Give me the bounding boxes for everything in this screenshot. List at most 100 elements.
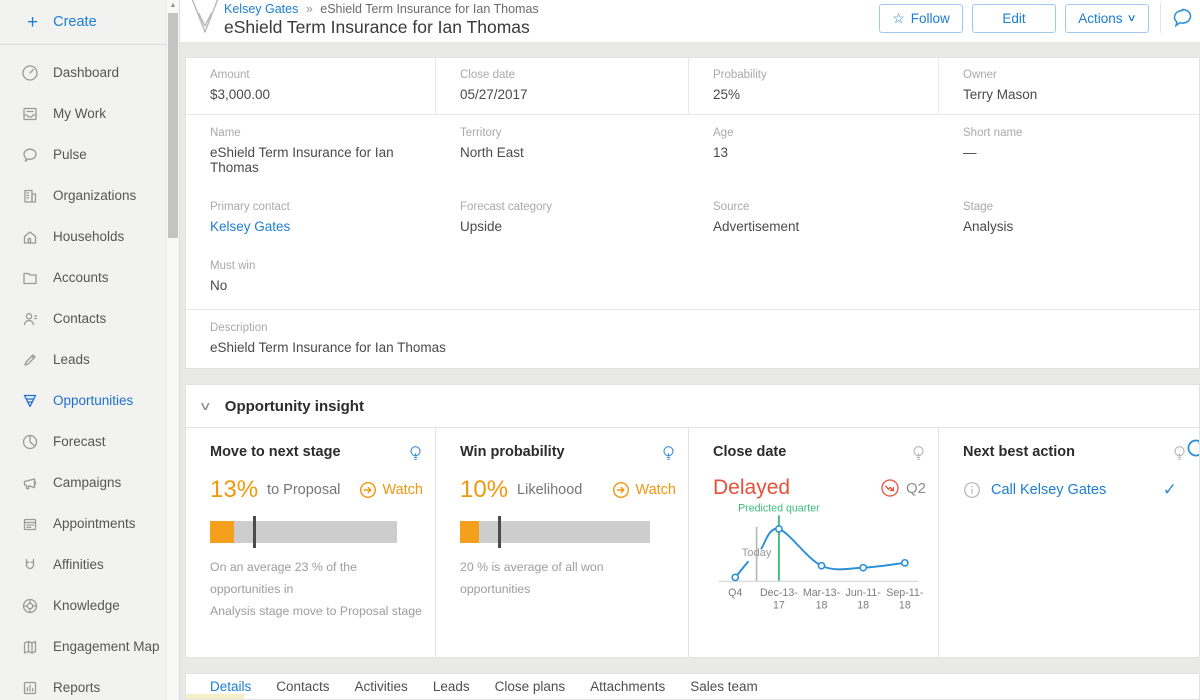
sidebar-item-label: Appointments	[53, 516, 136, 531]
dashboard-icon	[21, 64, 39, 82]
chevron-down-icon: ∨	[1127, 13, 1137, 24]
watch-link[interactable]: Watch	[612, 481, 676, 499]
sidebar-item-label: Forecast	[53, 434, 106, 449]
sidebar-item-campaigns[interactable]: Campaigns	[0, 462, 179, 503]
sidebar-item-accounts[interactable]: Accounts	[0, 257, 179, 298]
sidebar-item-contacts[interactable]: Contacts	[0, 298, 179, 339]
tab-contacts[interactable]: Contacts	[276, 679, 329, 694]
field-label: Name	[210, 127, 426, 139]
delayed-icon	[880, 478, 900, 498]
card-title: Next best action	[963, 444, 1075, 460]
tab-details[interactable]: Details	[210, 679, 251, 694]
tab-close-plans[interactable]: Close plans	[495, 679, 566, 694]
field-label: Stage	[963, 201, 1189, 213]
sidebar-item-forecast[interactable]: Forecast	[0, 421, 179, 462]
create-button[interactable]: + Create	[0, 0, 179, 45]
header-divider	[1160, 3, 1161, 33]
field-label: Age	[713, 127, 929, 139]
tab-attachments[interactable]: Attachments	[590, 679, 665, 694]
sidebar-item-label: Engagement Map	[53, 639, 160, 654]
hint-bulb-icon[interactable]	[408, 444, 423, 464]
sidebar-item-reports[interactable]: Reports	[0, 667, 179, 700]
field-probability: Probability 25%	[689, 58, 939, 114]
field-value: Upside	[460, 219, 679, 234]
reports-icon	[21, 679, 39, 697]
primary-contact-link[interactable]: Kelsey Gates	[210, 219, 426, 234]
leads-icon	[21, 351, 39, 369]
field-label: Description	[210, 322, 1189, 334]
scrollbar-up-arrow[interactable]: ▲	[167, 0, 179, 9]
sidebar-item-pulse[interactable]: Pulse	[0, 134, 179, 175]
note-line: On an average 23 % of the opportunities …	[210, 556, 423, 600]
campaigns-icon	[21, 474, 39, 492]
opportunity-record-icon	[180, 0, 224, 42]
sidebar-item-label: Affinities	[53, 557, 104, 572]
follow-button[interactable]: ☆ Follow	[879, 4, 963, 33]
close-date-status: Delayed	[713, 476, 790, 500]
sidebar-item-leads[interactable]: Leads	[0, 339, 179, 380]
card-note: On an average 23 % of the opportunities …	[210, 556, 423, 622]
insight-title: Opportunity insight	[225, 398, 364, 415]
breadcrumb-parent-link[interactable]: Kelsey Gates	[224, 2, 298, 16]
predicted-quarter-value: Q2	[906, 480, 926, 497]
field-value: Terry Mason	[963, 87, 1189, 102]
sidebar-item-knowledge[interactable]: Knowledge	[0, 585, 179, 626]
breadcrumb-separator: »	[306, 2, 313, 16]
stage-move-target: to Proposal	[267, 482, 340, 498]
field-label: Short name	[963, 127, 1189, 139]
header-actions: ☆ Follow Edit Actions ∨	[879, 3, 1195, 33]
sidebar-item-my-work[interactable]: My Work	[0, 93, 179, 134]
sidebar-item-dashboard[interactable]: Dashboard	[0, 52, 179, 93]
affinities-icon	[21, 556, 39, 574]
info-icon[interactable]	[963, 481, 981, 499]
sidebar-item-appointments[interactable]: Appointments	[0, 503, 179, 544]
households-icon	[21, 228, 39, 246]
accept-action-check-icon[interactable]: ✓	[1163, 480, 1177, 500]
x-tick-label: 18	[857, 599, 869, 611]
page-title: eShield Term Insurance for Ian Thomas	[224, 17, 539, 38]
field-stage: Stage Analysis	[939, 189, 1199, 248]
sidebar-item-label: My Work	[53, 106, 106, 121]
tab-leads[interactable]: Leads	[433, 679, 470, 694]
field-label: Close date	[460, 69, 678, 81]
sidebar-item-opportunities[interactable]: Opportunities	[0, 380, 179, 421]
actions-button[interactable]: Actions ∨	[1065, 4, 1149, 33]
note-line: 20 % is average of all won opportunities	[460, 556, 676, 600]
details-section-highlight	[186, 694, 244, 699]
field-value: $3,000.00	[210, 87, 425, 102]
tab-activities[interactable]: Activities	[355, 679, 408, 694]
x-tick-label: 18	[816, 599, 828, 611]
x-tick-label: Q4	[728, 587, 742, 599]
breadcrumb-current: eShield Term Insurance for Ian Thomas	[320, 2, 538, 16]
forecast-icon	[21, 433, 39, 451]
detail-field-grid: Name eShield Term Insurance for Ian Thom…	[186, 115, 1199, 248]
hint-bulb-icon[interactable]	[911, 444, 926, 464]
tab-sales-team[interactable]: Sales team	[690, 679, 758, 694]
appointments-icon	[21, 515, 39, 533]
sidebar-item-households[interactable]: Households	[0, 216, 179, 257]
next-best-action-link[interactable]: Call Kelsey Gates	[991, 482, 1106, 498]
sidebar-item-organizations[interactable]: Organizations	[0, 175, 179, 216]
progress-fill	[210, 521, 234, 543]
field-owner: Owner Terry Mason	[939, 58, 1199, 114]
sidebar-item-engagement-map[interactable]: Engagement Map	[0, 626, 179, 667]
sidebar-item-affinities[interactable]: Affinities	[0, 544, 179, 585]
sidebar-scrollbar[interactable]: ▲	[166, 0, 179, 700]
hint-bulb-icon[interactable]	[1172, 444, 1187, 464]
sidebar-item-label: Leads	[53, 352, 90, 367]
record-header: Kelsey Gates » eShield Term Insurance fo…	[180, 0, 1200, 42]
sidebar-item-label: Pulse	[53, 147, 87, 162]
field-value: eShield Term Insurance for Ian Thomas	[210, 145, 426, 175]
field-label: Owner	[963, 69, 1189, 81]
edit-button[interactable]: Edit	[972, 4, 1056, 33]
scrollbar-thumb[interactable]	[168, 13, 178, 238]
accounts-icon	[21, 269, 39, 287]
watch-link[interactable]: Watch	[359, 481, 423, 499]
chat-icon[interactable]	[1170, 5, 1195, 31]
actions-label: Actions	[1078, 11, 1122, 26]
sidebar-item-label: Organizations	[53, 188, 136, 203]
field-description: Description eShield Term Insurance for I…	[186, 310, 1199, 368]
hint-bulb-icon[interactable]	[661, 444, 676, 464]
collapse-chevron-icon[interactable]: ∨	[199, 399, 212, 413]
field-label: Territory	[460, 127, 679, 139]
